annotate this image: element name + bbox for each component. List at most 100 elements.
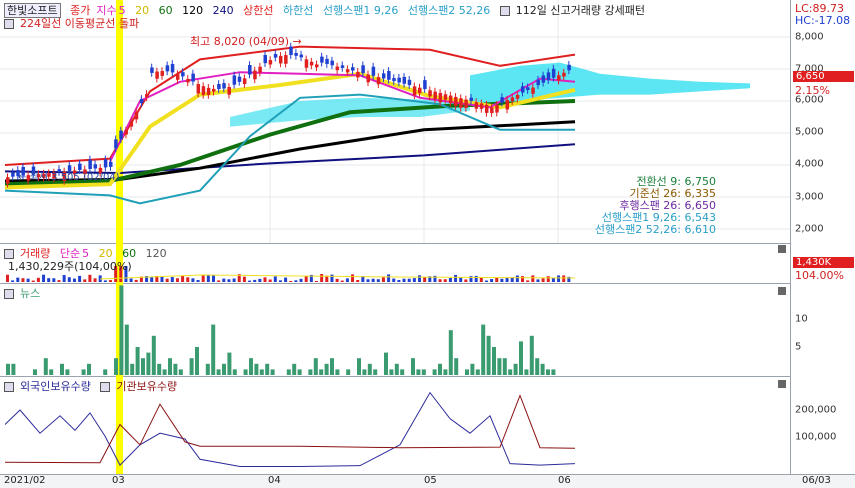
volume-bar: [83, 279, 87, 282]
volume-bar: [335, 278, 339, 282]
volume-bar: [474, 275, 478, 282]
pattern-checkbox-icon[interactable]: [499, 6, 510, 16]
institution-checkbox-icon[interactable]: [100, 382, 111, 392]
signal-checkbox-icon[interactable]: [4, 19, 14, 29]
news-bar: [114, 358, 118, 375]
volume-bar: [227, 279, 231, 282]
candle-body: [474, 102, 479, 109]
candle-body: [320, 56, 324, 63]
news-bar: [6, 363, 10, 375]
holdings-tick-100k: 100,000: [795, 431, 837, 443]
news-bar: [421, 369, 426, 375]
news-bar: [43, 358, 48, 375]
news-bar: [362, 369, 367, 375]
volume-bar: [345, 278, 349, 282]
news-bar: [162, 369, 167, 375]
volume-bar: [546, 276, 550, 282]
news-bar: [227, 352, 232, 375]
candle-body: [315, 64, 319, 68]
candle-body: [335, 66, 340, 71]
volume-bar: [423, 277, 427, 282]
candle-body: [145, 94, 149, 98]
price-tag-pct: 2.15%: [795, 84, 830, 97]
volume-bar: [443, 279, 447, 282]
news-bar: [475, 369, 480, 375]
candle-body: [232, 75, 237, 85]
news-bar: [168, 358, 172, 375]
foreign-holdings-line: [4, 391, 576, 468]
news-bar: [389, 369, 394, 375]
candle-body: [139, 98, 144, 104]
volume-bar: [371, 278, 375, 282]
volume-bar: [407, 278, 411, 282]
news-chart[interactable]: [0, 283, 790, 376]
news-bar: [448, 330, 453, 375]
volume-bar: [165, 278, 169, 282]
arrow-right-icon: →: [292, 35, 302, 48]
holdings-pane[interactable]: 외국인보유수량 기관보유수량: [0, 376, 790, 474]
volume-bar: [387, 274, 391, 282]
hc-readout: HC:-17.08: [795, 14, 851, 27]
volume-bar: [515, 275, 519, 282]
signal-label: 224일선 이동평균선 돌파: [20, 17, 140, 30]
candle-body: [309, 61, 314, 66]
volume-bar: [67, 277, 71, 282]
x-label-mar: 03: [112, 475, 125, 486]
volume-tag-pct: 104.00%: [795, 269, 844, 282]
holdings-close-icon[interactable]: [778, 380, 786, 388]
news-bar: [119, 285, 124, 375]
holdings-checkbox-icon[interactable]: [4, 382, 14, 392]
news-bar: [432, 369, 437, 375]
news-bar: [508, 369, 513, 375]
news-bar: [249, 358, 253, 375]
volume-bar: [340, 280, 344, 282]
candle-body: [253, 70, 257, 80]
volume-bar: [186, 277, 190, 282]
volume-bar: [103, 280, 107, 282]
x-label-start: 2021/02: [4, 475, 46, 486]
news-bar: [189, 358, 194, 375]
candle-body: [109, 161, 113, 167]
price-tick: 8,000: [795, 31, 824, 43]
news-bar: [124, 324, 129, 375]
candle-body: [402, 76, 407, 84]
candle-body: [345, 69, 350, 73]
news-bar: [400, 369, 405, 375]
news-bar: [135, 347, 140, 375]
news-bar: [330, 358, 334, 375]
candle-body: [443, 94, 448, 100]
span1-label: 선행스팬1 9,26: [322, 4, 399, 17]
volume-bar: [201, 274, 205, 282]
candle-body: [464, 99, 468, 108]
volume-close-icon[interactable]: [778, 245, 786, 253]
candle-body: [515, 94, 520, 99]
price-pane[interactable]: 한빛소프트 종가 지수 5 20 60 120 240 상한선 하한선 선행스팬1 …: [0, 0, 790, 244]
volume-bar: [109, 280, 112, 282]
candle-body: [201, 86, 206, 95]
news-bar: [373, 369, 378, 375]
news-bar: [232, 369, 237, 375]
candle-body: [165, 65, 170, 72]
news-bar: [265, 363, 270, 375]
news-bar: [11, 363, 16, 375]
volume-bar: [289, 280, 293, 282]
candle-body: [268, 60, 273, 65]
volume-bar: [36, 277, 40, 282]
news-bar: [103, 369, 108, 375]
news-bar: [33, 369, 37, 375]
candle-body: [381, 73, 386, 79]
news-checkbox-icon[interactable]: [4, 289, 14, 299]
volume-pane[interactable]: 거래량 단순 5 20 60 120 1,430,229주(104,00%): [0, 243, 790, 284]
candle-body: [340, 65, 345, 68]
news-bar: [178, 369, 183, 375]
candle-body: [392, 78, 396, 82]
volume-bar: [464, 279, 468, 282]
volume-bar: [6, 274, 9, 282]
volume-bar: [366, 279, 370, 282]
news-bar: [87, 363, 91, 375]
news-pane[interactable]: 뉴스: [0, 283, 790, 377]
news-close-icon[interactable]: [778, 287, 786, 295]
pattern-label: 112일 신고거래량 강세패턴: [515, 4, 645, 17]
volume-bar: [381, 277, 385, 282]
news-bar: [519, 341, 523, 375]
